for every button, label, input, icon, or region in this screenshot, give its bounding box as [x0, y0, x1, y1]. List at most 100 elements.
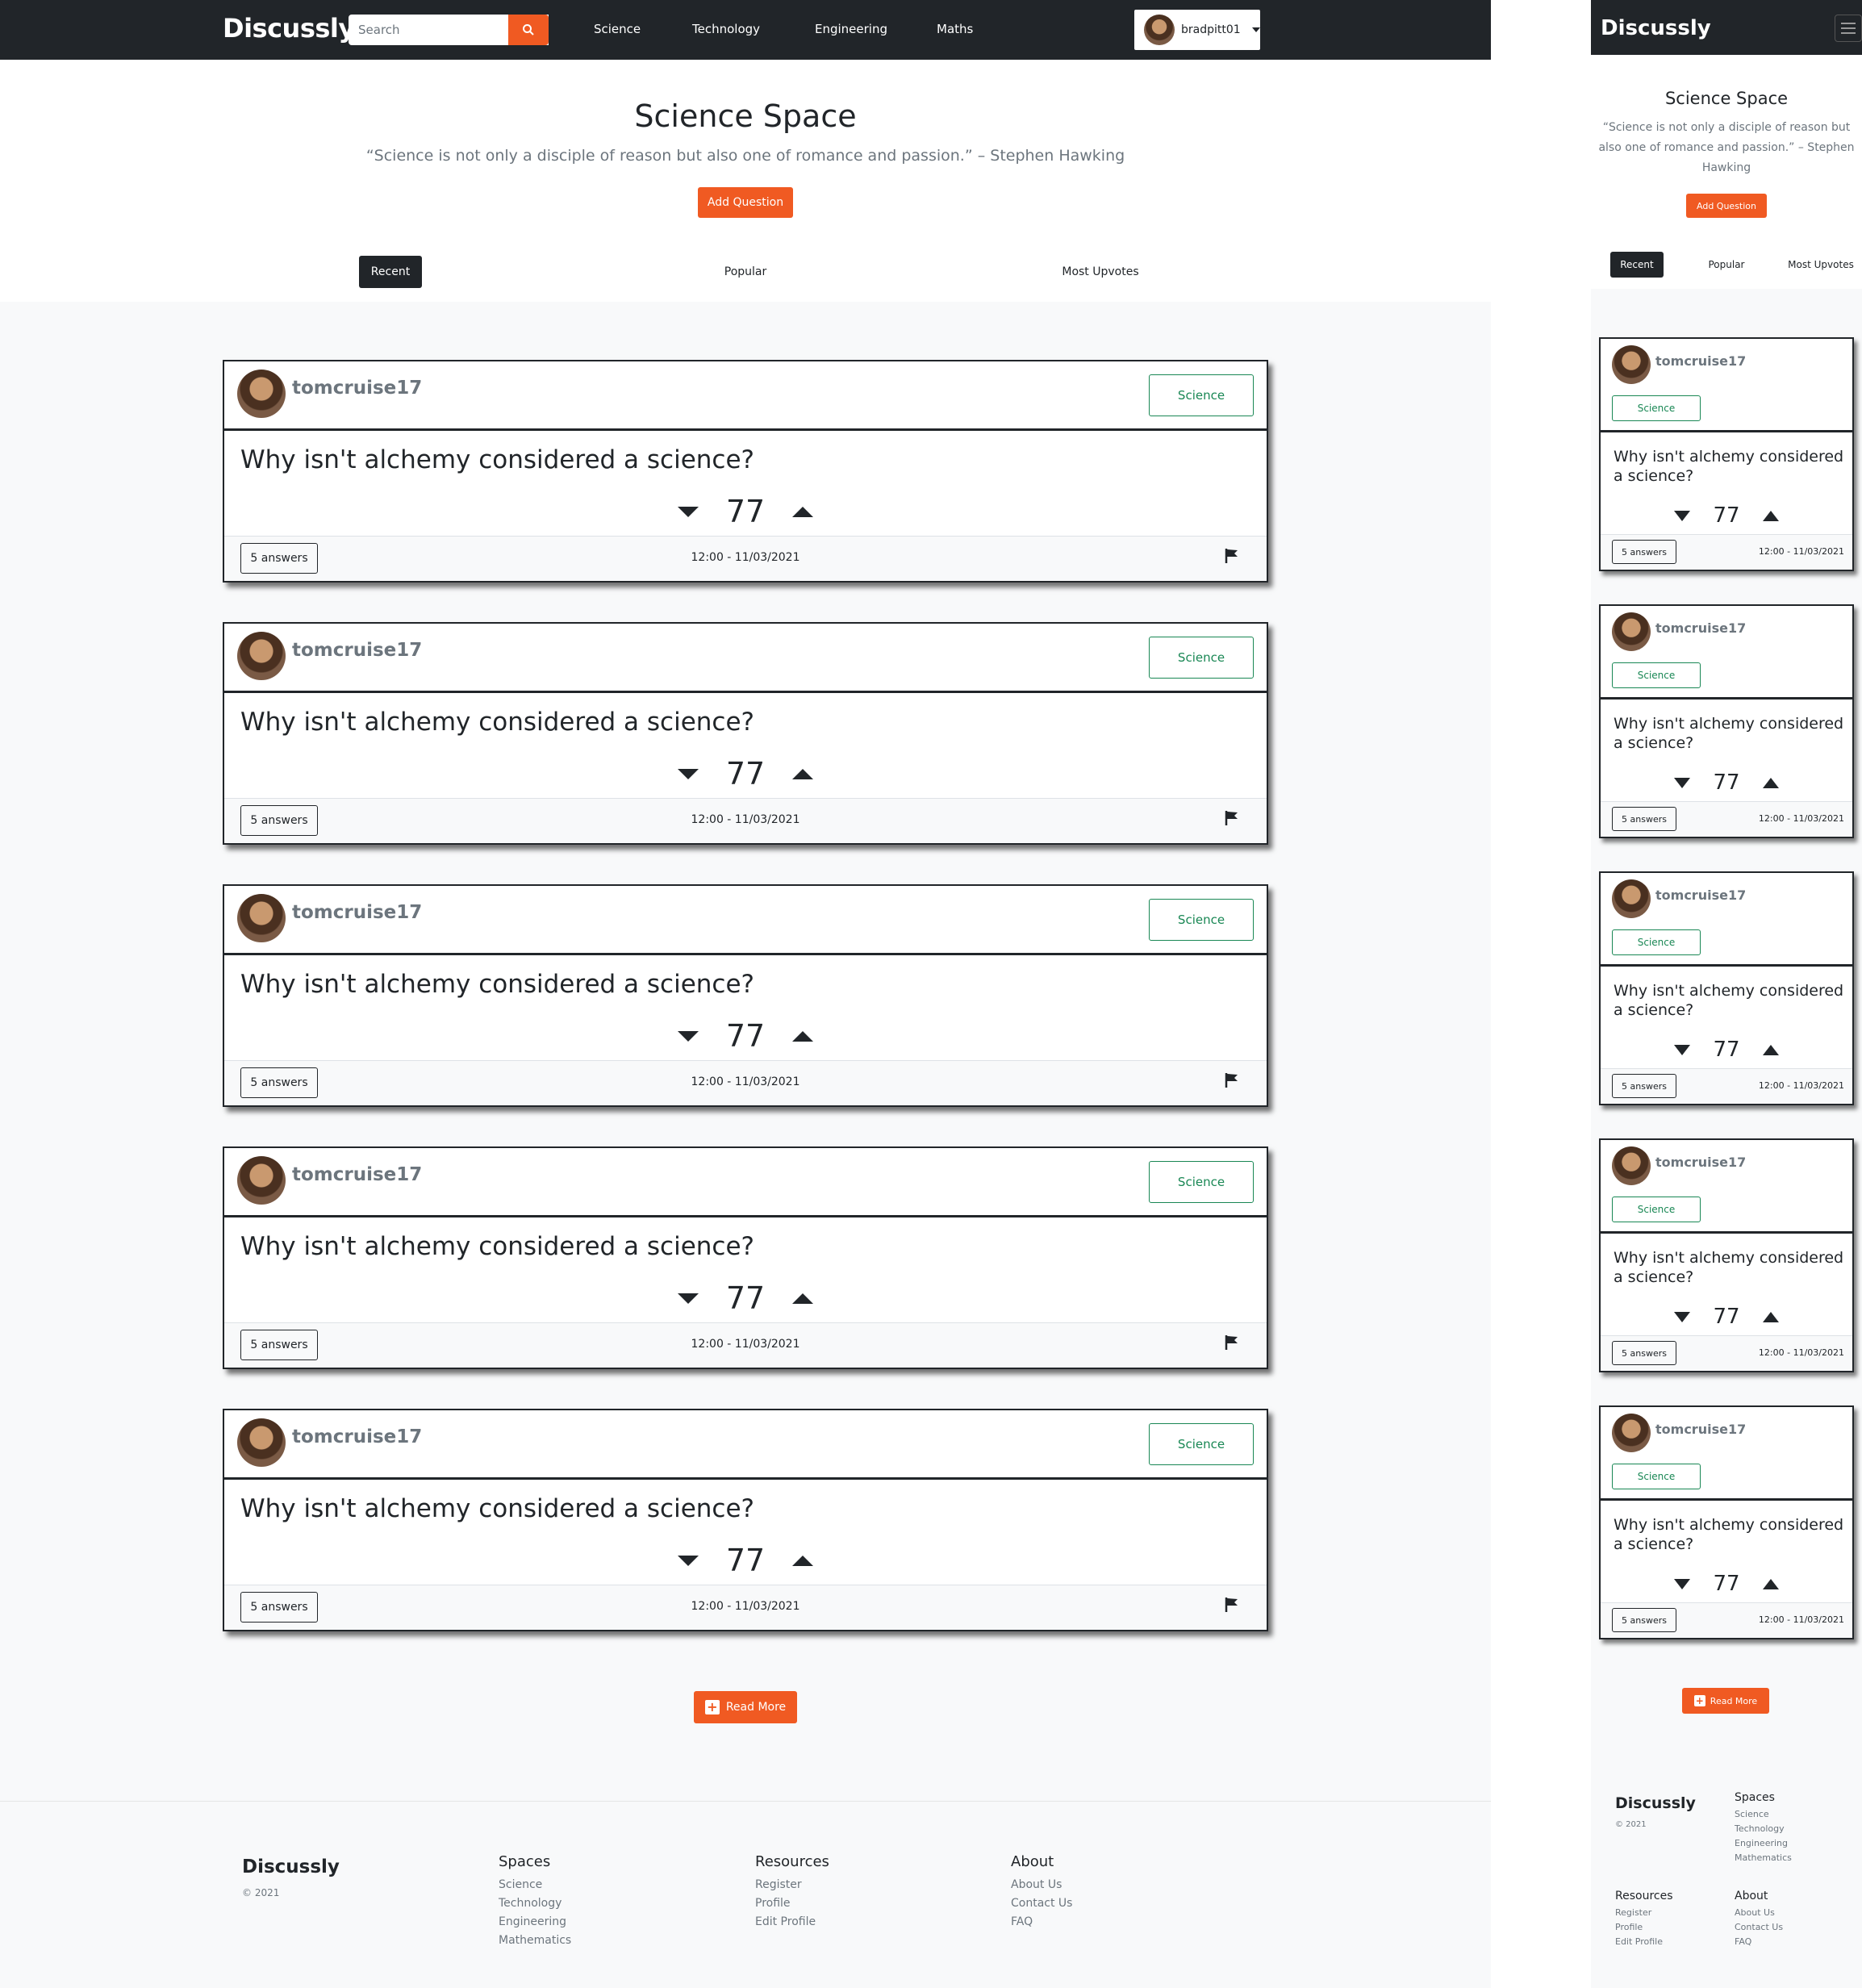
flag-icon[interactable] — [1225, 1597, 1239, 1616]
footer-link[interactable]: Edit Profile — [755, 1915, 829, 1928]
upvote-icon[interactable] — [792, 1030, 814, 1042]
flag-icon[interactable] — [1225, 1334, 1239, 1354]
question-title[interactable]: Why isn't alchemy considered a science? — [1614, 714, 1847, 753]
footer-link[interactable]: Mathematics — [1735, 1852, 1792, 1863]
brand-logo[interactable]: Discussly — [1601, 16, 1711, 40]
add-question-button[interactable]: Add Question — [698, 187, 793, 218]
question-card[interactable]: tomcruise17 Science Why isn't alchemy cons… — [1599, 1405, 1854, 1639]
author-name[interactable]: tomcruise17 — [292, 1164, 422, 1185]
footer-link[interactable]: Technology — [499, 1897, 571, 1910]
question-card[interactable]: tomcruise17 Science Why isn't alchemy cons… — [223, 360, 1268, 583]
upvote-icon[interactable] — [1762, 777, 1779, 788]
question-title[interactable]: Why isn't alchemy considered a science? — [240, 1232, 754, 1261]
downvote-icon[interactable] — [1674, 1578, 1691, 1589]
footer-link[interactable]: Edit Profile — [1615, 1936, 1673, 1947]
author-name[interactable]: tomcruise17 — [292, 902, 422, 923]
footer-link[interactable]: Science — [1735, 1809, 1792, 1819]
downvote-icon[interactable] — [1674, 777, 1691, 788]
downvote-icon[interactable] — [1674, 510, 1691, 521]
upvote-icon[interactable] — [792, 506, 814, 517]
downvote-icon[interactable] — [677, 1030, 699, 1042]
footer-link[interactable]: Contact Us — [1735, 1922, 1783, 1932]
tab-most-upvotes[interactable]: Most Upvotes — [1785, 252, 1857, 278]
footer-link[interactable]: Science — [499, 1878, 571, 1891]
question-card[interactable]: tomcruise17 Science Why isn't alchemy cons… — [1599, 604, 1854, 838]
flag-icon[interactable] — [1225, 548, 1239, 567]
author-name[interactable]: tomcruise17 — [292, 640, 422, 661]
downvote-icon[interactable] — [677, 1555, 699, 1566]
question-card[interactable]: tomcruise17 Science Why isn't alchemy cons… — [223, 1409, 1268, 1631]
footer-link[interactable]: Register — [755, 1878, 829, 1891]
upvote-icon[interactable] — [1762, 510, 1779, 521]
upvote-icon[interactable] — [792, 1555, 814, 1566]
space-badge[interactable]: Science — [1612, 662, 1701, 688]
user-menu[interactable]: bradpitt01 — [1133, 8, 1262, 52]
nav-technology[interactable]: Technology — [692, 22, 760, 36]
footer-link[interactable]: Profile — [1615, 1922, 1673, 1932]
space-badge[interactable]: Science — [1612, 1197, 1701, 1222]
question-title[interactable]: Why isn't alchemy considered a science? — [240, 970, 754, 999]
upvote-icon[interactable] — [792, 768, 814, 779]
footer-link[interactable]: FAQ — [1011, 1915, 1072, 1928]
read-more-button[interactable]: + Read More — [694, 1691, 797, 1723]
question-card[interactable]: tomcruise17 Science Why isn't alchemy cons… — [223, 622, 1268, 845]
author-name[interactable]: tomcruise17 — [292, 378, 422, 399]
downvote-icon[interactable] — [677, 768, 699, 779]
downvote-icon[interactable] — [1674, 1311, 1691, 1322]
upvote-icon[interactable] — [1762, 1044, 1779, 1055]
footer-link[interactable]: Register — [1615, 1907, 1673, 1918]
question-card[interactable]: tomcruise17 Science Why isn't alchemy cons… — [1599, 871, 1854, 1105]
answers-button[interactable]: 5 answers — [1612, 540, 1676, 564]
question-card[interactable]: tomcruise17 Science Why isn't alchemy cons… — [223, 884, 1268, 1107]
space-badge[interactable]: Science — [1612, 395, 1701, 421]
space-badge[interactable]: Science — [1149, 637, 1254, 679]
author-name[interactable]: tomcruise17 — [1655, 353, 1746, 369]
author-name[interactable]: tomcruise17 — [292, 1426, 422, 1447]
read-more-button[interactable]: + Read More — [1682, 1688, 1769, 1714]
author-name[interactable]: tomcruise17 — [1655, 888, 1746, 903]
question-title[interactable]: Why isn't alchemy considered a science? — [240, 445, 754, 474]
tab-popular[interactable]: Popular — [1701, 252, 1752, 278]
space-badge[interactable]: Science — [1612, 929, 1701, 955]
downvote-icon[interactable] — [1674, 1044, 1691, 1055]
footer-link[interactable]: FAQ — [1735, 1936, 1783, 1947]
question-title[interactable]: Why isn't alchemy considered a science? — [240, 1494, 754, 1523]
nav-engineering[interactable]: Engineering — [815, 22, 887, 36]
tab-popular[interactable]: Popular — [710, 256, 781, 288]
space-badge[interactable]: Science — [1149, 374, 1254, 416]
question-card[interactable]: tomcruise17 Science Why isn't alchemy cons… — [1599, 1138, 1854, 1372]
answers-button[interactable]: 5 answers — [1612, 1074, 1676, 1098]
nav-science[interactable]: Science — [594, 22, 641, 36]
footer-link[interactable]: Engineering — [1735, 1838, 1792, 1848]
downvote-icon[interactable] — [677, 506, 699, 517]
footer-link[interactable]: Engineering — [499, 1915, 571, 1928]
answers-button[interactable]: 5 answers — [1612, 1341, 1676, 1365]
tab-most-upvotes[interactable]: Most Upvotes — [1049, 256, 1152, 288]
space-badge[interactable]: Science — [1612, 1464, 1701, 1489]
footer-link[interactable]: Profile — [755, 1897, 829, 1910]
footer-link[interactable]: Contact Us — [1011, 1897, 1072, 1910]
tab-recent[interactable]: Recent — [359, 256, 422, 288]
footer-link[interactable]: About Us — [1735, 1907, 1783, 1918]
answers-button[interactable]: 5 answers — [1612, 1608, 1676, 1632]
question-title[interactable]: Why isn't alchemy considered a science? — [1614, 1515, 1847, 1554]
upvote-icon[interactable] — [792, 1293, 814, 1304]
space-badge[interactable]: Science — [1149, 1161, 1254, 1203]
menu-toggle-icon[interactable] — [1835, 15, 1862, 42]
question-title[interactable]: Why isn't alchemy considered a science? — [1614, 447, 1847, 486]
flag-icon[interactable] — [1225, 810, 1239, 829]
flag-icon[interactable] — [1225, 1072, 1239, 1092]
author-name[interactable]: tomcruise17 — [1655, 1422, 1746, 1437]
author-name[interactable]: tomcruise17 — [1655, 1155, 1746, 1170]
space-badge[interactable]: Science — [1149, 899, 1254, 941]
footer-link[interactable]: Technology — [1735, 1823, 1792, 1834]
search-button[interactable] — [508, 15, 549, 45]
tab-recent[interactable]: Recent — [1610, 252, 1664, 278]
question-title[interactable]: Why isn't alchemy considered a science? — [1614, 1248, 1847, 1287]
question-card[interactable]: tomcruise17 Science Why isn't alchemy cons… — [1599, 337, 1854, 571]
upvote-icon[interactable] — [1762, 1578, 1779, 1589]
upvote-icon[interactable] — [1762, 1311, 1779, 1322]
footer-link[interactable]: About Us — [1011, 1878, 1072, 1891]
space-badge[interactable]: Science — [1149, 1423, 1254, 1465]
question-title[interactable]: Why isn't alchemy considered a science? — [1614, 981, 1847, 1020]
